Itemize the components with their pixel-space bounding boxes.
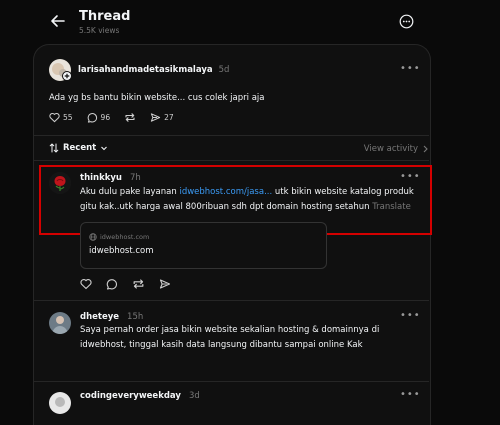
reply-time: 7h (129, 173, 141, 183)
reply-username[interactable]: dheteye (80, 312, 119, 322)
reply-time: 3d (188, 391, 200, 401)
reply-more-icon[interactable]: ••• (400, 310, 421, 321)
preview-domain-row: idwebhost.com (89, 233, 149, 241)
divider (34, 381, 429, 382)
comment-icon (87, 112, 98, 123)
like-count: 55 (63, 113, 73, 122)
reply-text-line2: idwebhost, tinggal kasih data langsung d… (80, 340, 363, 350)
reply-actions (80, 278, 171, 290)
reply-text-after: utk bikin website katalog produk (272, 187, 414, 197)
avatar[interactable] (49, 392, 71, 414)
post-text: Ada yg bs bantu bikin website... cus col… (49, 93, 265, 103)
divider (34, 135, 429, 136)
reply-header: codingeveryweekday 3d (80, 391, 200, 401)
share-button[interactable]: 27 (150, 112, 174, 123)
post-username[interactable]: larisahandmadetasikmalaya (78, 65, 213, 75)
preview-title: idwebhost.com (89, 246, 154, 256)
comment-count: 96 (100, 113, 111, 122)
follow-plus-icon[interactable] (62, 71, 72, 81)
reply-text-before: Aku dulu pake layanan (80, 187, 180, 197)
send-icon (150, 112, 161, 123)
reply-text-line2: gitu kak..utk harga awal 800ribuan sdh d… (80, 202, 370, 212)
repost-icon[interactable] (132, 278, 145, 290)
reply-more-icon[interactable]: ••• (400, 389, 421, 400)
like-button[interactable]: 55 (49, 112, 73, 123)
reply-time: 15h (127, 312, 144, 322)
repost-button[interactable] (124, 112, 136, 123)
heart-icon (49, 112, 60, 123)
reply-username[interactable]: codingeveryweekday (80, 391, 181, 401)
translate-link[interactable]: Translate (372, 202, 411, 212)
chevron-down-icon (100, 144, 108, 152)
post-header: larisahandmadetasikmalaya 5d (78, 65, 229, 75)
page-title: Thread (79, 9, 131, 24)
reply-text-line1: Saya pernah order jasa bikin website sek… (80, 325, 380, 335)
chevron-right-icon (422, 145, 429, 153)
sort-label: Recent (63, 143, 97, 153)
more-options-circle-icon[interactable] (399, 14, 414, 29)
comment-icon[interactable] (106, 278, 118, 290)
view-activity-link[interactable]: View activity (364, 144, 429, 154)
reply-more-icon[interactable]: ••• (400, 171, 421, 182)
avatar[interactable] (49, 172, 71, 194)
reply-header: thinkkyu 7h (80, 173, 141, 183)
reply-link[interactable]: idwebhost.com/jasa... (179, 187, 272, 197)
post-more-icon[interactable]: ••• (400, 63, 421, 74)
send-icon[interactable] (159, 278, 171, 290)
reply-header: dheteye 15h (80, 312, 143, 322)
comment-button[interactable]: 96 (87, 112, 111, 123)
repost-icon (124, 112, 136, 123)
reply-text: Aku dulu pake layanan idwebhost.com/jasa… (80, 185, 420, 215)
reply-text: Saya pernah order jasa bikin website sek… (80, 323, 420, 353)
post-actions: 55 96 27 (49, 112, 174, 123)
heart-icon[interactable] (80, 278, 92, 290)
reply-username[interactable]: thinkkyu (80, 173, 122, 183)
divider (34, 160, 429, 161)
avatar[interactable] (49, 312, 71, 334)
share-count: 27 (164, 113, 174, 122)
back-arrow-icon[interactable] (50, 13, 66, 29)
globe-icon (89, 233, 97, 241)
preview-domain: idwebhost.com (100, 233, 150, 241)
sort-dropdown[interactable]: Recent (49, 143, 108, 153)
post-time: 5d (218, 65, 230, 75)
view-count: 5.5K views (79, 26, 120, 35)
sort-icon (49, 143, 59, 153)
divider (34, 300, 429, 301)
view-activity-label: View activity (363, 144, 418, 154)
